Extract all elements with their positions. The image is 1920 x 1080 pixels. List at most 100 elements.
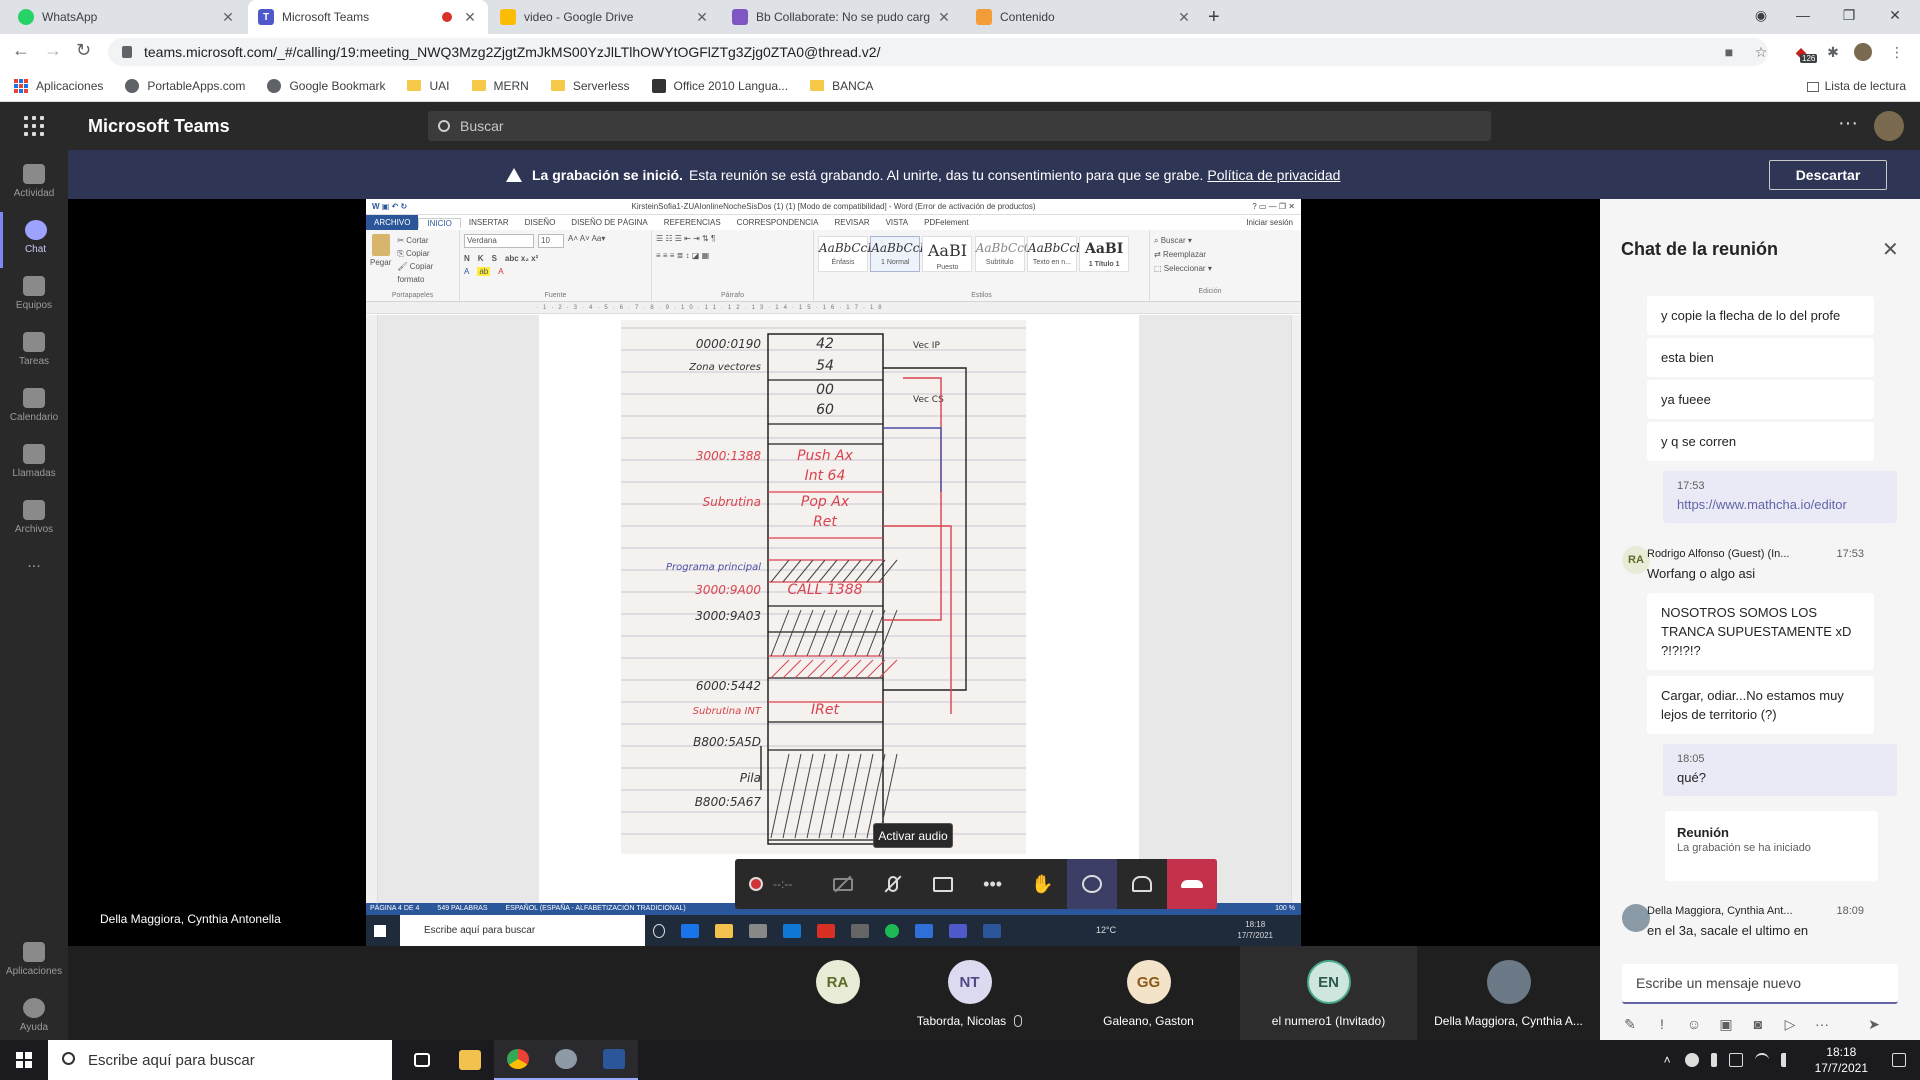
close-icon[interactable]: ✕	[936, 9, 952, 26]
tab-whatsapp[interactable]: WhatsApp ✕	[8, 0, 246, 34]
rail-item-tareas[interactable]: Tareas	[0, 324, 68, 380]
wifi-icon[interactable]	[1754, 1053, 1769, 1067]
privacy-link[interactable]: Política de privacidad	[1207, 167, 1340, 183]
word-button[interactable]	[590, 1040, 638, 1080]
tab-vista[interactable]: VISTA	[878, 218, 917, 227]
rail-item-chat[interactable]: Chat	[0, 212, 68, 268]
highlight-icon[interactable]: ab	[477, 267, 491, 276]
gif-icon[interactable]: ▣	[1718, 1016, 1734, 1033]
task-view-button[interactable]	[398, 1040, 446, 1080]
bookmark-banca[interactable]: BANCA	[810, 79, 873, 93]
underline-button[interactable]: S	[492, 254, 497, 263]
find-button[interactable]: ⌕ Buscar ▾	[1154, 234, 1266, 248]
tab-diseno[interactable]: DISEÑO	[517, 218, 564, 227]
app-launcher-icon[interactable]	[24, 116, 44, 136]
close-icon[interactable]: ✕	[462, 9, 478, 26]
notifications-icon[interactable]	[1892, 1053, 1906, 1067]
sticker-icon[interactable]: ◙	[1750, 1016, 1766, 1032]
more-options-icon[interactable]: ···	[1838, 112, 1858, 135]
rail-item-actividad[interactable]: Actividad	[0, 156, 68, 212]
tab-pdfelement[interactable]: PDFelement	[916, 218, 976, 227]
profile-avatar-icon[interactable]	[1854, 43, 1872, 61]
mic-icon[interactable]	[1710, 1053, 1717, 1067]
bookmark-apps[interactable]: Aplicaciones	[14, 78, 103, 93]
cut-button[interactable]: ✂ Cortar	[397, 234, 455, 247]
system-clock[interactable]: 18:18 17/7/2021	[1815, 1044, 1868, 1076]
forward-icon[interactable]: →	[44, 40, 62, 61]
raise-hand-button[interactable]: ✋	[1018, 859, 1068, 909]
search-input[interactable]: Buscar	[428, 111, 1491, 141]
strikethrough-icon[interactable]: abc x₂ x²	[505, 254, 538, 263]
tab-contenido[interactable]: Contenido ✕	[966, 0, 1202, 34]
text-effects-icon[interactable]: A	[464, 267, 469, 276]
emoji-icon[interactable]: ☺	[1686, 1016, 1702, 1032]
style-puesto[interactable]: AaBI Puesto	[922, 236, 973, 272]
back-icon[interactable]: ←	[12, 40, 30, 61]
bookmark-star-icon[interactable]: ☆	[1752, 43, 1770, 61]
tab-bb-collaborate[interactable]: Bb Collaborate: No se pudo carg ✕	[722, 0, 962, 34]
paste-button[interactable]: Pegar	[370, 234, 391, 286]
bookmark-uai[interactable]: UAI	[407, 79, 450, 93]
participants-button[interactable]	[1117, 859, 1167, 909]
close-window-button[interactable]: ✕	[1872, 0, 1918, 34]
camera-button[interactable]	[818, 859, 868, 909]
rail-item-archivos[interactable]: Archivos	[0, 492, 68, 548]
close-icon[interactable]: ✕	[220, 9, 236, 26]
bookmark-serverless[interactable]: Serverless	[550, 79, 630, 93]
rail-item-llamadas[interactable]: Llamadas	[0, 436, 68, 492]
tab-inicio[interactable]: INICIO	[418, 217, 461, 228]
tab-referencias[interactable]: REFERENCIAS	[656, 218, 729, 227]
reading-list[interactable]: Lista de lectura	[1806, 79, 1906, 93]
tab-archivo[interactable]: ARCHIVO	[366, 215, 419, 230]
style-normal[interactable]: AaBbCcI 1 Normal	[870, 236, 924, 272]
vertical-scrollbar[interactable]	[1291, 315, 1301, 903]
hang-up-button[interactable]	[1167, 859, 1218, 909]
participant-tile[interactable]: NT Taborda, Nicolas	[881, 946, 1058, 1040]
tab-microsoft-teams[interactable]: T Microsoft Teams ✕	[248, 0, 488, 34]
new-tab-button[interactable]: +	[1208, 6, 1220, 29]
tab-correspondencia[interactable]: CORRESPONDENCIA	[729, 218, 827, 227]
grow-font-icon[interactable]: A˄ A˅ Aa▾	[568, 234, 605, 248]
select-button[interactable]: ⬚ Seleccionar ▾	[1154, 262, 1266, 276]
profile-menu-icon[interactable]: ◉	[1738, 0, 1784, 34]
bookmark-google[interactable]: Google Bookmark	[267, 78, 385, 93]
participant-tile[interactable]: Della Maggiora, Cynthia A...	[1420, 946, 1597, 1040]
taskbar-search[interactable]: Escribe aquí para buscar	[48, 1040, 392, 1080]
minimize-button[interactable]: —	[1780, 0, 1826, 34]
bold-button[interactable]: N	[464, 254, 470, 263]
sign-in-link[interactable]: Iniciar sesión	[1238, 218, 1301, 227]
style-texto[interactable]: AaBbCcl Texto en n...	[1026, 236, 1080, 272]
file-explorer-button[interactable]	[446, 1040, 494, 1080]
replace-button[interactable]: ⇄ Reemplazar	[1154, 248, 1266, 262]
format-painter-button[interactable]: 🖌 Copiar formato	[397, 260, 455, 286]
avatar[interactable]	[1874, 111, 1904, 141]
camera-blocked-icon[interactable]: ■	[1720, 43, 1738, 61]
mic-button[interactable]	[868, 859, 918, 909]
close-icon[interactable]: ✕	[1882, 237, 1899, 262]
address-bar[interactable]: teams.microsoft.com/_#/calling/19:meetin…	[108, 38, 1768, 66]
message-compose-input[interactable]: Escribe un mensaje nuevo	[1622, 964, 1898, 1004]
copy-button[interactable]: ⎘ Copiar	[397, 247, 455, 260]
style-titulo1[interactable]: AaBI 1 Título 1	[1079, 236, 1130, 272]
kebab-menu-icon[interactable]: ⋮	[1888, 43, 1906, 61]
close-icon[interactable]: ✕	[1176, 9, 1192, 26]
bookmark-portableapps[interactable]: PortableApps.com	[125, 78, 245, 93]
more-actions-button[interactable]: •••	[968, 859, 1018, 909]
chrome-button[interactable]	[494, 1040, 542, 1080]
more-options-icon[interactable]: ···	[1814, 1016, 1830, 1032]
align-icons[interactable]: ≡ ≡ ≡ ≣ ↕ ◪ ▦	[656, 251, 809, 260]
chevron-up-icon[interactable]: ˄	[1664, 1053, 1671, 1067]
style-enfasis[interactable]: AaBbCcI Énfasis	[818, 236, 872, 272]
tab-google-drive[interactable]: video - Google Drive ✕	[490, 0, 720, 34]
cloud-icon[interactable]	[1684, 1053, 1699, 1067]
tab-revisar[interactable]: REVISAR	[826, 218, 877, 227]
rail-item-calendario[interactable]: Calendario	[0, 380, 68, 436]
message-link[interactable]: https://www.mathcha.io/editor	[1677, 497, 1847, 512]
chat-toggle-button[interactable]	[1067, 859, 1118, 909]
close-icon[interactable]: ✕	[694, 9, 710, 26]
volume-icon[interactable]	[1780, 1053, 1795, 1067]
rail-item-aplicaciones[interactable]: Aplicaciones	[0, 934, 68, 990]
list-icons[interactable]: ☰ ☷ ☰ ⇤ ⇥ ⇅ ¶	[656, 234, 809, 243]
dismiss-button[interactable]: Descartar	[1769, 160, 1887, 190]
bookmark-office[interactable]: Office 2010 Langua...	[651, 78, 788, 93]
